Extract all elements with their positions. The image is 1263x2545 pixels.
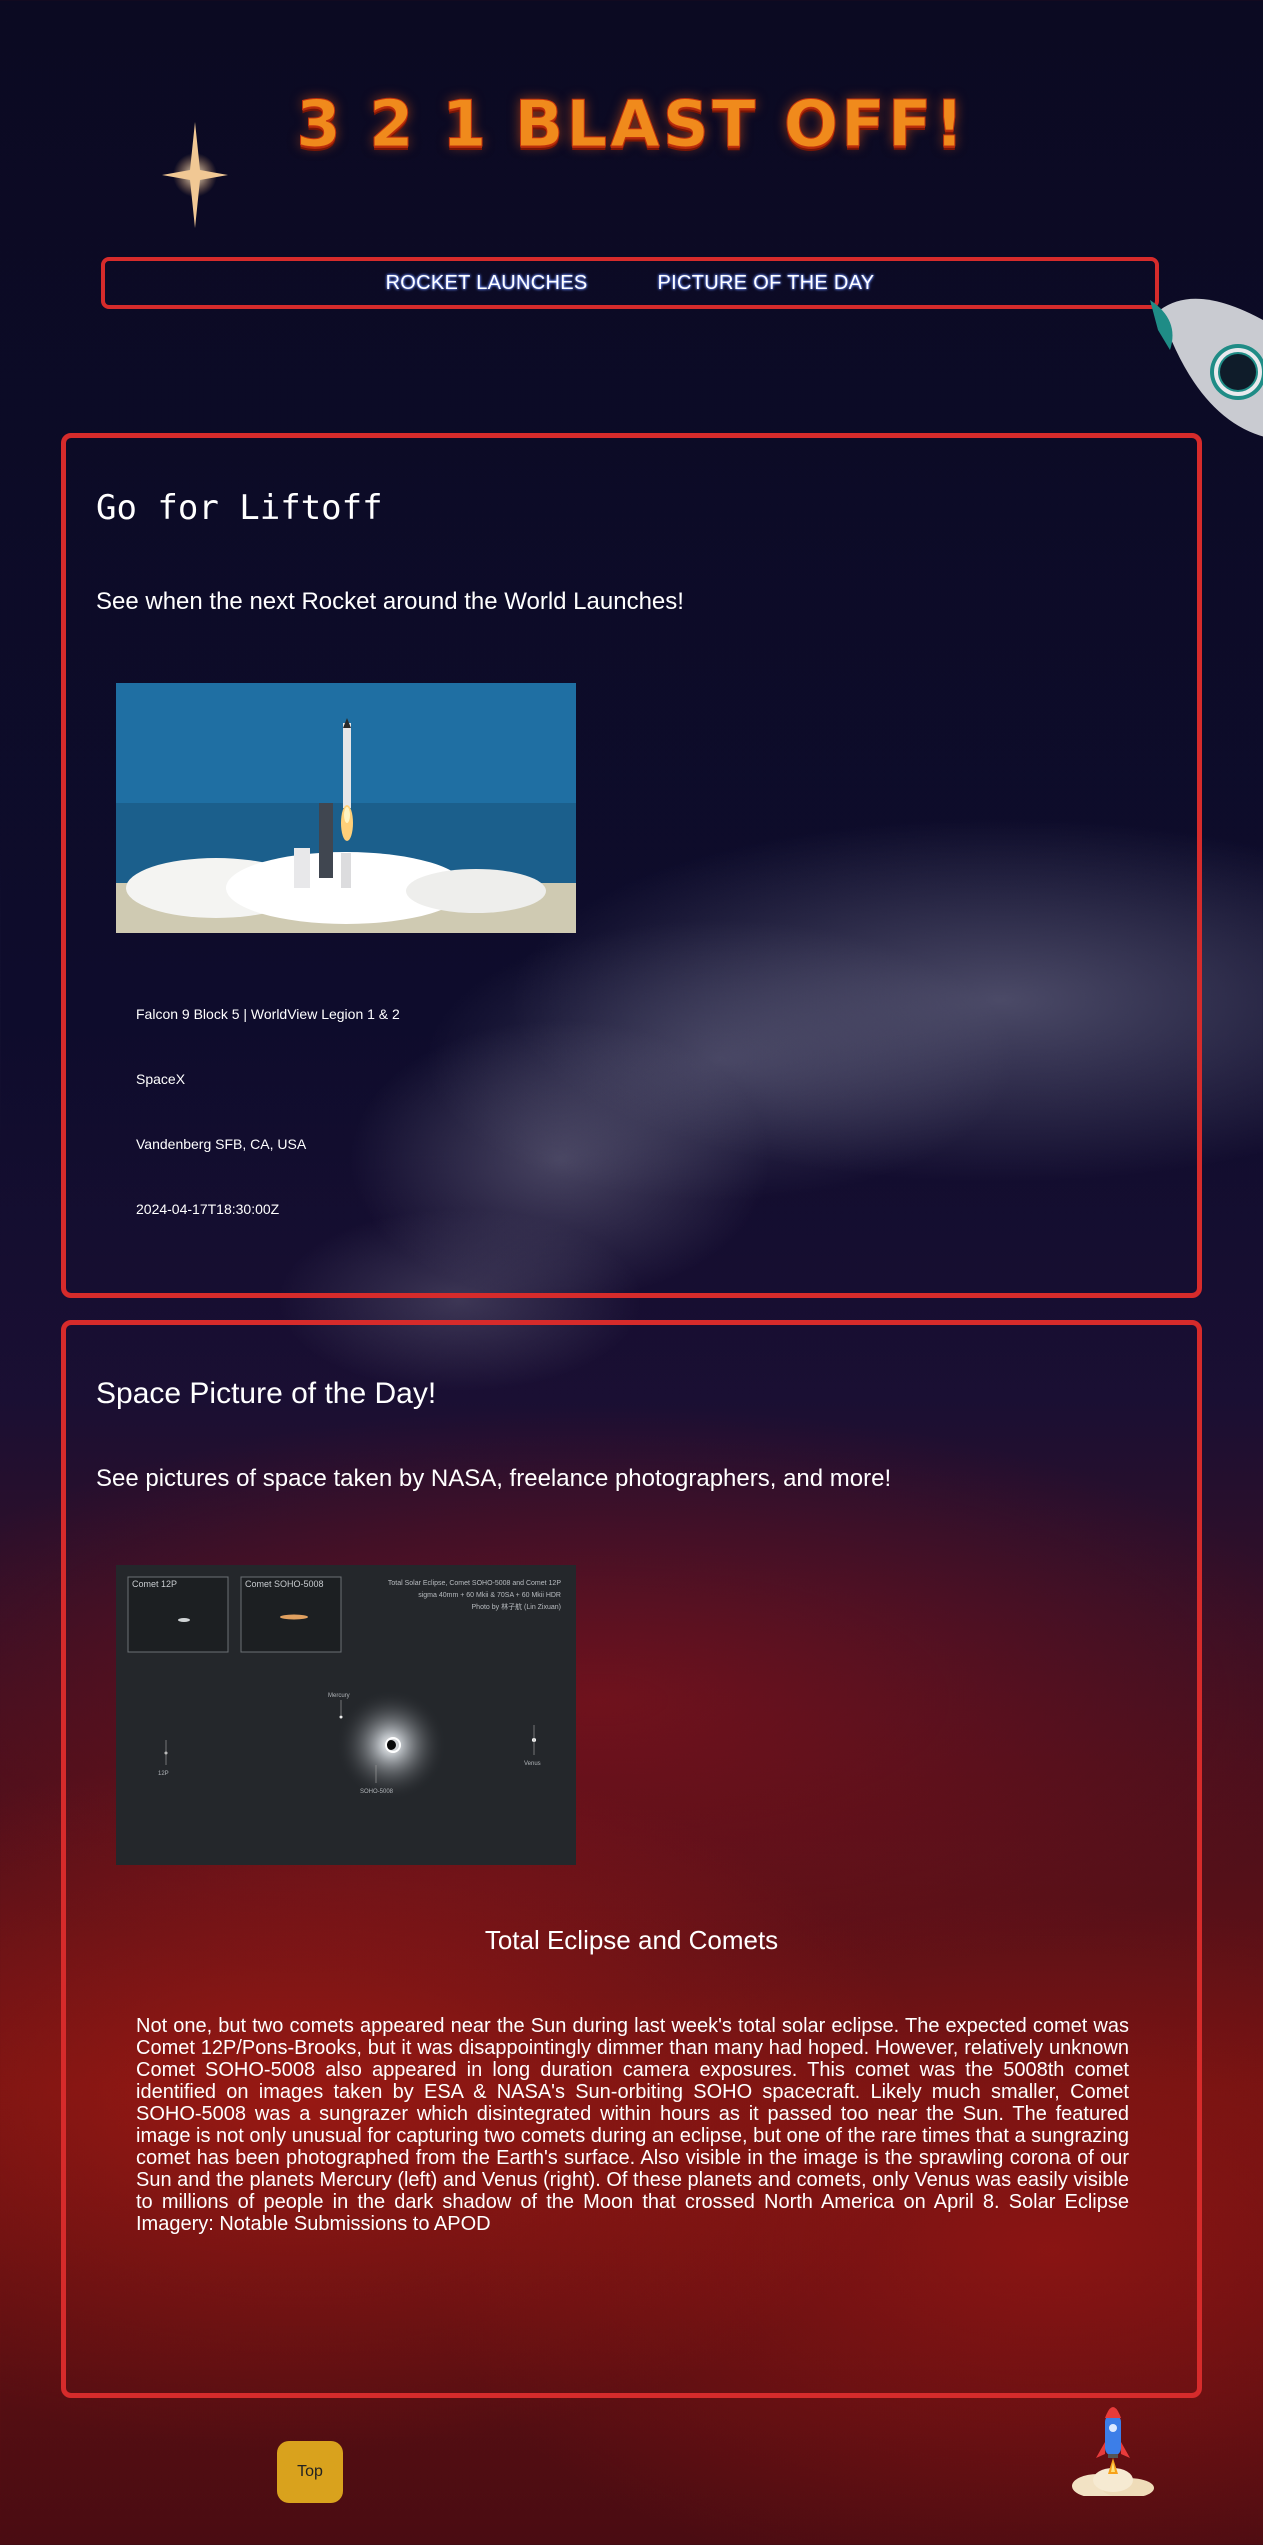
apod-subheading: See pictures of space taken by NASA, fre… <box>96 1465 892 1492</box>
apod-explanation: Not one, but two comets appeared near th… <box>136 2015 1129 2235</box>
apod-caption-line2: sigma 40mm + 60 Mkii & 70SA + 60 Mkii HD… <box>418 1592 561 1599</box>
rocket-launch-icon <box>1072 2407 1154 2496</box>
apod-inset1-label: Comet 12P <box>132 1579 177 1589</box>
apod-caption-line1: Total Solar Eclipse, Comet SOHO-5008 and… <box>388 1580 561 1587</box>
apod-heading: Space Picture of the Day! <box>96 1377 437 1410</box>
apod-image: Comet 12P Comet SOHO-5008 Total Solar Ec… <box>116 1565 576 1865</box>
apod-panel: Space Picture of the Day! See pictures o… <box>61 1320 1202 2398</box>
apod-label-soho: SOHO-5008 <box>360 1789 394 1795</box>
apod-label-12p: 12P <box>158 1771 169 1777</box>
launch-date: 2024-04-17T18:30:00Z <box>136 1201 280 1217</box>
launch-provider: SpaceX <box>136 1071 186 1087</box>
back-to-top-button[interactable]: Top <box>277 2441 343 2503</box>
apod-label-venus: Venus <box>524 1761 541 1767</box>
launches-panel: Go for Liftoff See when the next Rocket … <box>61 433 1202 1298</box>
launch-image <box>116 683 576 933</box>
nav-picture-of-the-day[interactable]: PICTURE OF THE DAY <box>658 272 875 295</box>
launch-location: Vandenberg SFB, CA, USA <box>136 1136 307 1152</box>
apod-title: Total Eclipse and Comets <box>484 1925 779 1955</box>
launches-heading: Go for Liftoff <box>96 488 383 528</box>
apod-caption-line3: Photo by 林子航 (Lin Zixuan) <box>472 1602 561 1611</box>
apod-label-mercury: Mercury <box>328 1693 350 1699</box>
apod-inset2-label: Comet SOHO-5008 <box>245 1579 324 1589</box>
nav-rocket-launches[interactable]: ROCKET LAUNCHES <box>386 272 588 295</box>
launches-subheading: See when the next Rocket around the Worl… <box>96 588 684 615</box>
main-nav: ROCKET LAUNCHES PICTURE OF THE DAY <box>101 257 1159 309</box>
page-title: 3 2 1 BLAST OFF! <box>296 88 967 163</box>
launch-mission: Falcon 9 Block 5 | WorldView Legion 1 & … <box>136 1006 400 1022</box>
